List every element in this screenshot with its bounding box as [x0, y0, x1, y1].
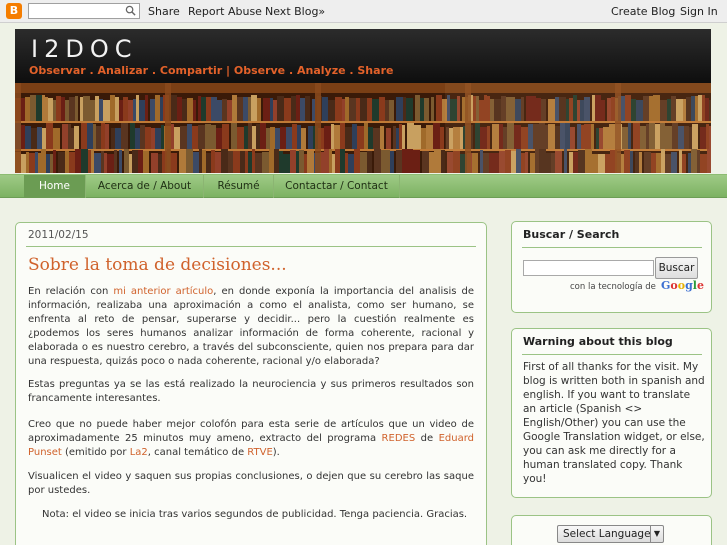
page-tabs: Home Acerca de / About Résumé Contactar …	[0, 174, 727, 198]
tab-about[interactable]: Acerca de / About	[86, 175, 204, 198]
tab-contact[interactable]: Contactar / Contact	[274, 175, 400, 198]
post-paragraph-1: En relación con mi anterior artículo, en…	[28, 285, 474, 369]
language-select-value: Select Language	[563, 528, 651, 540]
previous-article-link[interactable]: mi anterior artículo	[113, 286, 213, 297]
text: ).	[272, 447, 280, 458]
language-select[interactable]: Select Language ▼	[557, 525, 664, 543]
warning-widget: Warning about this blog First of all tha…	[511, 328, 712, 498]
la2-link[interactable]: La2	[130, 447, 148, 458]
translate-widget: Select Language ▼	[511, 515, 712, 545]
date-divider	[26, 246, 476, 247]
logo-letter: G	[661, 279, 671, 292]
logo-letter: g	[685, 279, 693, 292]
post-note: Nota: el video se inicia tras varios seg…	[42, 509, 468, 520]
rtve-link[interactable]: RTVE	[247, 447, 273, 458]
warning-widget-title: Warning about this blog	[523, 335, 673, 348]
text: de	[415, 433, 439, 444]
warning-text: First of all thanks for the visit. My bl…	[523, 361, 705, 485]
post-title[interactable]: Sobre la toma de decisiones...	[28, 255, 287, 275]
redes-link[interactable]: REDES	[382, 433, 416, 444]
powered-by-text: con la tecnología de	[570, 282, 656, 292]
text: , canal temático de	[147, 447, 248, 458]
next-blog-link[interactable]: Next Blog»	[265, 5, 325, 18]
tab-resume[interactable]: Résumé	[204, 175, 274, 198]
text: (emitido por	[61, 447, 130, 458]
library-banner-image	[15, 83, 711, 173]
search-widget-title: Buscar / Search	[523, 228, 620, 241]
text: En relación con	[28, 286, 114, 297]
blog-title[interactable]: I2DOC	[31, 35, 137, 63]
search-button[interactable]: Buscar	[655, 257, 698, 279]
post-paragraph-4: Visualicen el video y saquen sus propias…	[28, 471, 474, 496]
post-date: 2011/02/15	[28, 229, 89, 241]
report-abuse-link[interactable]: Report Abuse	[188, 5, 262, 18]
blog-tagline: Observar . Analizar . Compartir | Observ…	[29, 64, 394, 77]
widget-divider	[522, 354, 702, 355]
logo-letter: o	[670, 279, 678, 292]
post-paragraph-3: Creo que no puede haber mejor colofón pa…	[28, 418, 474, 460]
navbar-search-input[interactable]	[28, 3, 140, 19]
blog-post: 2011/02/15 Sobre la toma de decisiones..…	[15, 222, 487, 545]
chevron-down-icon[interactable]: ▼	[650, 526, 663, 542]
sign-in-link[interactable]: Sign In	[680, 5, 718, 18]
share-link[interactable]: Share	[148, 5, 180, 18]
blogger-logo-icon[interactable]: B	[6, 3, 22, 19]
google-logo: Google	[661, 279, 704, 292]
logo-letter: o	[677, 279, 686, 292]
create-blog-link[interactable]: Create Blog	[611, 5, 675, 18]
text: , en donde exponía la importancia del an…	[28, 286, 474, 367]
search-icon[interactable]	[125, 5, 136, 16]
blog-header: I2DOC Observar . Analizar . Compartir | …	[15, 29, 711, 83]
blogger-navbar: B Share Report Abuse Next Blog» Create B…	[0, 0, 727, 23]
search-widget: Buscar / Search Buscar con la tecnología…	[511, 221, 712, 313]
post-paragraph-2: Estas preguntas ya se las está realizado…	[28, 379, 474, 404]
widget-divider	[522, 247, 702, 248]
search-input[interactable]	[523, 260, 654, 276]
logo-letter: e	[696, 279, 704, 292]
tab-home[interactable]: Home	[24, 175, 86, 198]
